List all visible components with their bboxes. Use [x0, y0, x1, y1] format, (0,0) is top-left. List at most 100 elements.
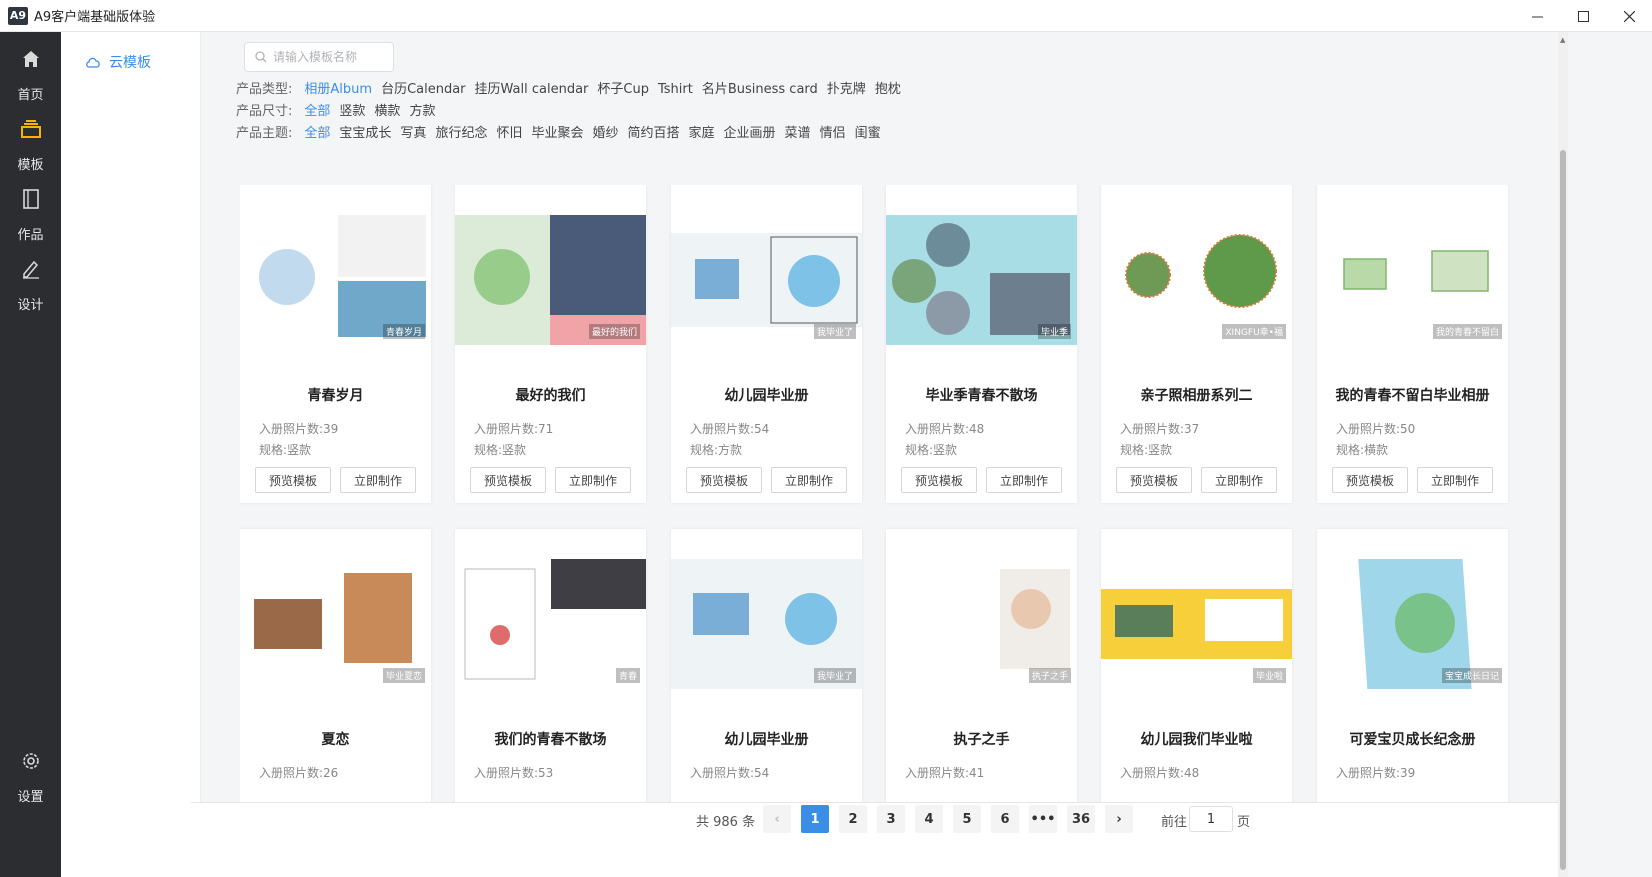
nav-item-design[interactable]: 设计: [0, 258, 61, 313]
template-card[interactable]: 毕业夏恋 夏恋 入册照片数:26: [240, 529, 431, 810]
template-card[interactable]: 青春 我们的青春不散场 入册照片数:53: [455, 529, 646, 810]
make-now-button[interactable]: 立即制作: [771, 467, 847, 493]
make-now-button[interactable]: 立即制作: [340, 467, 416, 493]
template-card[interactable]: 毕业啦 幼儿园我们毕业啦 入册照片数:48: [1101, 529, 1292, 810]
page-button[interactable]: 1: [801, 805, 829, 833]
spec-label: 规格:: [690, 443, 719, 457]
nav-item-settings[interactable]: 设置: [0, 750, 61, 805]
maximize-button[interactable]: [1560, 0, 1606, 32]
template-thumbnail[interactable]: 我的青春不留白: [1317, 215, 1508, 345]
home-icon: [20, 48, 42, 70]
template-thumbnail[interactable]: 青春岁月: [240, 215, 431, 345]
template-card[interactable]: 最好的我们 最好的我们 入册照片数:71 规格:竖款 预览模板 立即制作: [455, 185, 646, 503]
filter-option[interactable]: 怀旧: [496, 126, 522, 141]
make-now-button[interactable]: 立即制作: [1201, 467, 1277, 493]
sub-nav: 云模板: [61, 32, 201, 877]
filter-option[interactable]: Tshirt: [658, 82, 693, 97]
template-thumbnail[interactable]: 我毕业了: [671, 559, 862, 689]
template-card[interactable]: 我毕业了 幼儿园毕业册 入册照片数:54: [671, 529, 862, 810]
template-thumbnail[interactable]: 最好的我们: [455, 215, 646, 345]
spec-label: 规格:: [1336, 443, 1365, 457]
filter-option[interactable]: 写真: [400, 126, 426, 141]
thumbnail-caption: 毕业夏恋: [382, 668, 425, 683]
filter-option[interactable]: 家庭: [689, 126, 715, 141]
filter-option[interactable]: 扑克牌: [827, 82, 866, 97]
filter-option[interactable]: 情侣: [820, 126, 846, 141]
template-card[interactable]: 毕业季 毕业季青春不散场 入册照片数:48 规格:竖款 预览模板 立即制作: [886, 185, 1077, 503]
search-icon: [255, 51, 267, 63]
cloud-templates-item[interactable]: 云模板: [85, 52, 151, 72]
preview-template-button[interactable]: 预览模板: [901, 467, 977, 493]
goto-page-input[interactable]: [1189, 806, 1233, 832]
nav-item-works[interactable]: 作品: [0, 188, 61, 243]
spec: 规格:竖款: [1120, 441, 1172, 458]
template-thumbnail[interactable]: 我毕业了: [671, 215, 862, 345]
template-thumbnail[interactable]: XINGFU幸•福: [1101, 215, 1292, 345]
filter-option[interactable]: 名片Business card: [702, 82, 818, 97]
search-input[interactable]: [273, 50, 383, 64]
make-now-button[interactable]: 立即制作: [555, 467, 631, 493]
template-thumbnail[interactable]: 执子之手: [886, 559, 1077, 689]
close-icon: [1623, 10, 1635, 22]
filter-option[interactable]: 抱枕: [875, 82, 901, 97]
photo-count: 入册照片数:54: [690, 764, 769, 781]
template-thumbnail[interactable]: 毕业季: [886, 215, 1077, 345]
filter-option[interactable]: 旅行纪念: [435, 126, 487, 141]
page-button[interactable]: 2: [839, 805, 867, 833]
filter-option[interactable]: 宝宝成长: [339, 126, 391, 141]
page-button[interactable]: 4: [915, 805, 943, 833]
filter-option[interactable]: 台历Calendar: [381, 82, 465, 97]
filter-option[interactable]: 简约百搭: [628, 126, 680, 141]
notebook-icon: [20, 188, 42, 210]
filter-option[interactable]: 挂历Wall calendar: [475, 82, 589, 97]
nav-label-templates: 模板: [17, 158, 44, 173]
filter-option[interactable]: 企业画册: [724, 126, 776, 141]
nav-item-home[interactable]: 首页: [0, 48, 61, 103]
filter-option[interactable]: 婚纱: [592, 126, 618, 141]
vertical-scrollbar[interactable]: ▲: [1558, 32, 1568, 877]
prev-page-button[interactable]: ‹: [763, 805, 791, 833]
preview-template-button[interactable]: 预览模板: [470, 467, 546, 493]
make-now-button[interactable]: 立即制作: [986, 467, 1062, 493]
filter-option[interactable]: 横款: [374, 104, 400, 119]
template-thumbnail[interactable]: 青春: [455, 559, 646, 689]
minimize-button[interactable]: [1514, 0, 1560, 32]
next-page-button[interactable]: ›: [1105, 805, 1133, 833]
template-card[interactable]: 我毕业了 幼儿园毕业册 入册照片数:54 规格:方款 预览模板 立即制作: [671, 185, 862, 503]
filter-option[interactable]: 全部: [304, 126, 330, 141]
template-card[interactable]: 执子之手 执子之手 入册照片数:41: [886, 529, 1077, 810]
spec-label: 规格:: [474, 443, 503, 457]
page-button[interactable]: 36: [1067, 805, 1095, 833]
filter-option[interactable]: 全部: [304, 104, 330, 119]
template-card[interactable]: XINGFU幸•福 亲子照相册系列二 入册照片数:37 规格:竖款 预览模板 立即制作: [1101, 185, 1292, 503]
template-card[interactable]: 我的青春不留白 我的青春不留白毕业相册 入册照片数:50 规格:横款 预览模板 立即制作: [1317, 185, 1508, 503]
preview-template-button[interactable]: 预览模板: [686, 467, 762, 493]
close-button[interactable]: [1606, 0, 1652, 32]
template-card[interactable]: 宝宝成长日记 可爱宝贝成长纪念册 入册照片数:39: [1317, 529, 1508, 810]
page-button[interactable]: 6: [991, 805, 1019, 833]
template-thumbnail[interactable]: 毕业夏恋: [240, 559, 431, 689]
scrollbar-thumb[interactable]: [1560, 150, 1566, 870]
filter-option[interactable]: 闺蜜: [855, 126, 881, 141]
template-thumbnail[interactable]: 宝宝成长日记: [1317, 559, 1508, 689]
preview-template-button[interactable]: 预览模板: [1332, 467, 1408, 493]
preview-template-button[interactable]: 预览模板: [255, 467, 331, 493]
more-pages-button[interactable]: •••: [1029, 805, 1057, 833]
gear-icon: [20, 750, 42, 772]
template-thumbnail[interactable]: 毕业啦: [1101, 559, 1292, 689]
make-now-button[interactable]: 立即制作: [1417, 467, 1493, 493]
photo-count: 入册照片数:39: [1336, 764, 1415, 781]
search-box[interactable]: [244, 42, 394, 72]
filter-option[interactable]: 方款: [409, 104, 435, 119]
page-button[interactable]: 3: [877, 805, 905, 833]
filter-option[interactable]: 相册Album: [304, 82, 372, 97]
filter-option[interactable]: 毕业聚会: [531, 126, 583, 141]
filter-option[interactable]: 杯子Cup: [597, 82, 649, 97]
nav-item-templates[interactable]: 模板: [0, 118, 61, 173]
page-button[interactable]: 5: [953, 805, 981, 833]
template-card[interactable]: 青春岁月 青春岁月 入册照片数:39 规格:竖款 预览模板 立即制作: [240, 185, 431, 503]
filter-option[interactable]: 竖款: [339, 104, 365, 119]
preview-template-button[interactable]: 预览模板: [1116, 467, 1192, 493]
filter-option[interactable]: 菜谱: [785, 126, 811, 141]
photo-count-value: 71: [538, 422, 554, 436]
